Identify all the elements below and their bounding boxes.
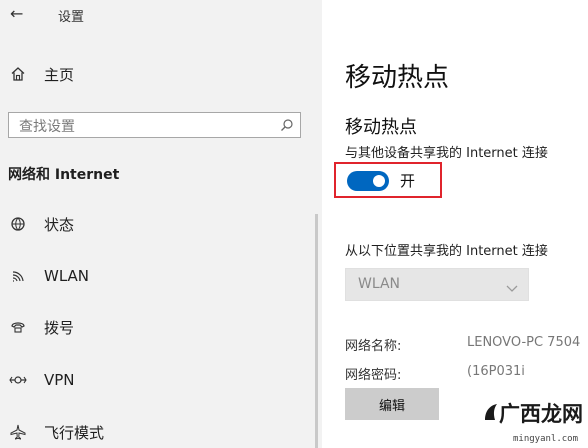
back-arrow-icon[interactable]: ← xyxy=(10,4,23,23)
chevron-down-icon xyxy=(506,278,518,297)
sidebar-item-dialup[interactable]: 拨号 xyxy=(8,313,308,341)
search-placeholder: 查找设置 xyxy=(19,119,75,135)
share-from-select[interactable]: WLAN xyxy=(345,268,529,301)
home-icon xyxy=(8,66,28,82)
sidebar: ← 设置 主页 查找设置 网络和 Internet 状态 WLAN 拨号 VPN… xyxy=(0,0,322,448)
sidebar-item-airplane-mode[interactable]: 飞行模式 xyxy=(8,418,308,446)
globe-icon xyxy=(8,216,28,232)
toggle-state-label: 开 xyxy=(400,172,416,190)
vpn-icon xyxy=(8,374,28,386)
hotspot-toggle[interactable] xyxy=(347,171,389,191)
sidebar-item-label: WLAN xyxy=(44,267,90,285)
watermark-text: 广西龙网 xyxy=(499,402,583,426)
search-icon[interactable] xyxy=(280,117,294,136)
sidebar-item-label: 飞行模式 xyxy=(44,423,105,442)
window-title: 设置 xyxy=(58,10,85,25)
wifi-icon xyxy=(8,268,28,284)
sidebar-item-label: 拨号 xyxy=(44,318,75,337)
edit-button[interactable]: 编辑 xyxy=(345,388,439,420)
toggle-knob xyxy=(373,175,385,187)
airplane-icon xyxy=(8,424,28,440)
watermark-url: mingyanl.com xyxy=(513,434,579,444)
search-input[interactable]: 查找设置 xyxy=(8,112,301,138)
network-password-label: 网络密码: xyxy=(345,368,402,383)
sidebar-item-label: 状态 xyxy=(44,215,75,234)
sidebar-item-status[interactable]: 状态 xyxy=(8,210,308,238)
watermark-logo-icon xyxy=(485,404,497,420)
share-from-label: 从以下位置共享我的 Internet 连接 xyxy=(345,244,548,259)
share-description: 与其他设备共享我的 Internet 连接 xyxy=(345,146,548,161)
section-title: 网络和 Internet xyxy=(8,167,120,183)
network-name-value: LENOVO-PC 7504 xyxy=(467,335,581,350)
sidebar-scrollbar[interactable] xyxy=(315,214,318,448)
sidebar-item-label: 主页 xyxy=(44,65,75,84)
page-title: 移动热点 xyxy=(345,63,450,93)
sidebar-item-wlan[interactable]: WLAN xyxy=(8,262,308,290)
title-bar: ← 设置 xyxy=(0,0,322,30)
dialup-icon xyxy=(8,319,28,335)
sidebar-item-home[interactable]: 主页 xyxy=(8,60,308,88)
share-from-value: WLAN xyxy=(358,276,401,292)
sidebar-item-vpn[interactable]: VPN xyxy=(8,366,308,394)
sidebar-item-label: VPN xyxy=(44,371,75,389)
network-password-value: (16P031i xyxy=(467,364,525,379)
network-name-label: 网络名称: xyxy=(345,339,402,354)
section-heading: 移动热点 xyxy=(345,117,417,138)
